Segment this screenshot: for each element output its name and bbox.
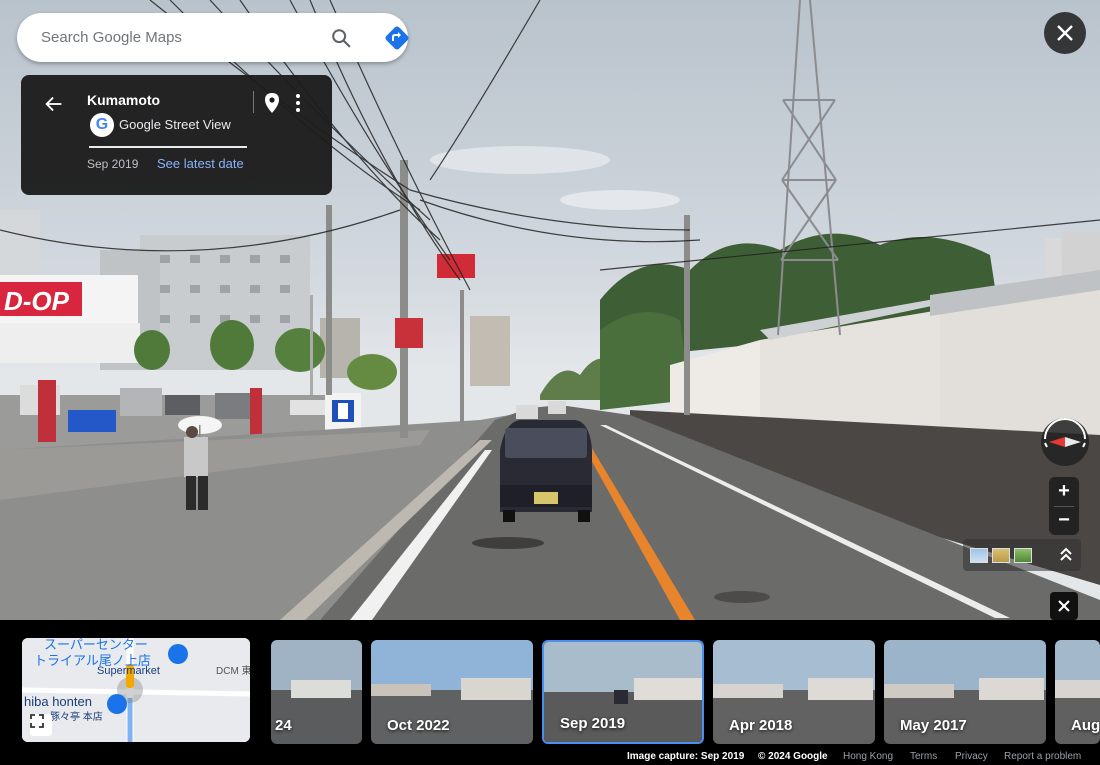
timeline-thumbnail-selected[interactable]: Sep 2019	[542, 640, 704, 744]
pin-icon[interactable]	[263, 92, 281, 114]
fullscreen-icon[interactable]	[30, 714, 52, 736]
privacy-link[interactable]: Privacy	[955, 751, 988, 762]
directions-icon[interactable]	[383, 24, 411, 52]
minimap-label: Supermarket	[97, 665, 160, 677]
store-sign: D-OP	[4, 286, 70, 316]
terms-link[interactable]: Terms	[910, 751, 937, 762]
google-logo-icon: G	[90, 113, 114, 137]
layer-switcher	[963, 539, 1081, 571]
timeline-thumbnail[interactable]: Apr 2018	[713, 640, 875, 744]
street-view-label: Google Street View	[119, 117, 231, 132]
expand-icon[interactable]	[1058, 546, 1074, 564]
timeline-thumbnail-label: May 2017	[900, 717, 967, 734]
timeline-thumbnail-label: Apr 2018	[729, 717, 793, 734]
compass-icon[interactable]	[1040, 417, 1090, 467]
close-timeline-button[interactable]	[1050, 592, 1078, 620]
zoom-out-button[interactable]: −	[1049, 506, 1079, 535]
more-vert-icon[interactable]	[291, 92, 305, 114]
timeline-thumbnail-label: Sep 2019	[560, 715, 626, 732]
minimap-label: 豚々亭 本店	[50, 712, 103, 723]
zoom-control: + −	[1049, 477, 1079, 535]
close-icon	[1058, 600, 1070, 612]
see-latest-date-link[interactable]: See latest date	[157, 156, 244, 171]
close-icon	[1057, 25, 1073, 41]
image-capture-date: Image capture: Sep 2019	[627, 751, 745, 762]
timeline-thumbnail-label: 24	[275, 717, 292, 734]
card-divider	[89, 146, 247, 148]
minimap-label: hiba honten	[24, 694, 92, 709]
vertical-divider	[253, 91, 254, 113]
close-street-view-button[interactable]	[1044, 12, 1086, 54]
minimap-label: DCM 東	[216, 666, 250, 677]
capture-date: Sep 2019	[87, 157, 139, 171]
layer-thumb-sky[interactable]	[970, 548, 988, 563]
timeline-thumbnail[interactable]: 24	[271, 640, 362, 744]
search-input[interactable]	[41, 13, 311, 62]
timeline-thumbnail-label: Aug	[1071, 717, 1100, 734]
street-view-info-card: Kumamoto G Google Street View Sep 2019 S…	[21, 75, 332, 195]
place-title[interactable]: Kumamoto	[87, 92, 160, 108]
search-icon[interactable]	[330, 27, 352, 49]
timeline-thumbnail-label: Oct 2022	[387, 717, 450, 734]
timeline-thumbnail[interactable]: Oct 2022	[371, 640, 533, 744]
region-link[interactable]: Hong Kong	[843, 751, 893, 762]
layer-thumb-grass[interactable]	[1014, 548, 1032, 563]
footer: Image capture: Sep 2019 © 2024 Google Ho…	[0, 750, 1100, 765]
layer-thumb-sand[interactable]	[992, 548, 1010, 563]
search-box	[17, 13, 411, 62]
timeline-thumbnail[interactable]: Aug	[1055, 640, 1100, 744]
zoom-in-button[interactable]: +	[1049, 477, 1079, 506]
back-arrow-icon[interactable]	[43, 93, 65, 115]
report-problem-link[interactable]: Report a problem	[1004, 751, 1081, 762]
copyright: © 2024 Google	[758, 751, 828, 762]
minimap[interactable]: スーパーセンター トライアル尾ノ上店 Supermarket DCM 東 hib…	[22, 638, 250, 742]
timeline-thumbnail[interactable]: May 2017	[884, 640, 1046, 744]
timeline-strip: スーパーセンター トライアル尾ノ上店 Supermarket DCM 東 hib…	[0, 620, 1100, 765]
